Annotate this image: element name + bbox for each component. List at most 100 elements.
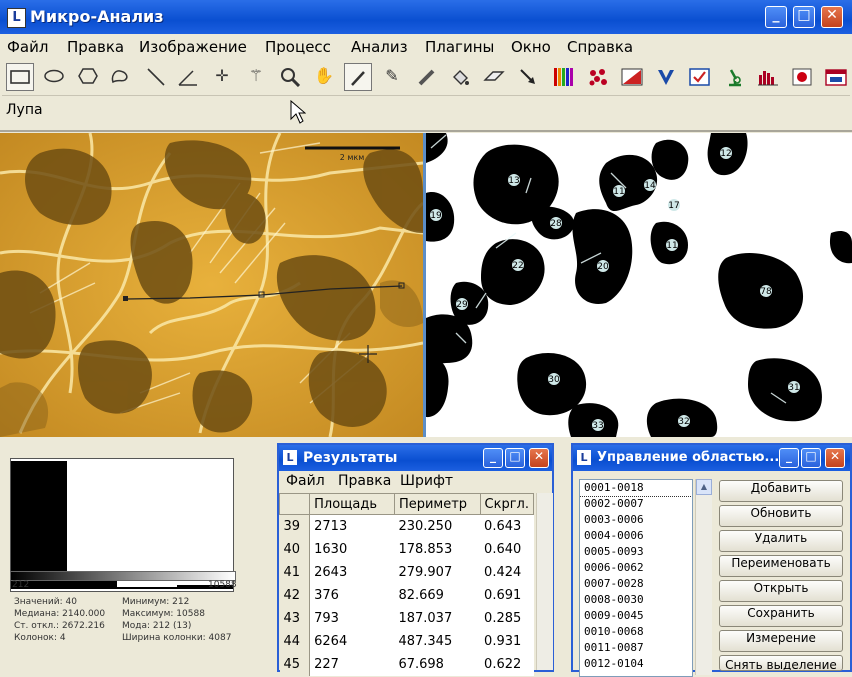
point-tool[interactable]: ✛ bbox=[208, 63, 236, 91]
rename-button[interactable]: Переименовать bbox=[719, 555, 843, 577]
particle-label: 31 bbox=[788, 381, 800, 393]
table-row[interactable]: 41 2643 279.907 0.424 bbox=[279, 561, 534, 584]
header-area[interactable]: Площадь bbox=[309, 493, 395, 515]
header-perimeter[interactable]: Периметр bbox=[393, 493, 481, 515]
add-button[interactable]: Добавить bbox=[719, 480, 843, 502]
list-item[interactable]: 0001-0018 bbox=[580, 480, 692, 497]
list-item[interactable]: 0004-0006 bbox=[580, 528, 692, 544]
particle-label: 11 bbox=[666, 239, 678, 251]
particles-icon[interactable] bbox=[584, 63, 612, 91]
rectangle-tool[interactable] bbox=[6, 63, 34, 91]
scroll-up-icon[interactable]: ▲ bbox=[696, 479, 712, 495]
results-minimize-button[interactable]: _ bbox=[483, 448, 503, 468]
results-app-icon: L bbox=[283, 450, 297, 465]
table-row[interactable]: 39 2713 230.250 0.643 bbox=[279, 514, 534, 538]
delete-button[interactable]: Удалить bbox=[719, 530, 843, 552]
results-scrollbar[interactable] bbox=[536, 493, 553, 670]
brush-tool[interactable] bbox=[412, 63, 440, 91]
open-button[interactable]: Открыть bbox=[719, 580, 843, 602]
hist-stat: Мода: 212 (13) bbox=[122, 621, 192, 631]
results-menu: Файл Правка Шрифт bbox=[279, 471, 552, 493]
table-row[interactable]: 42 376 82.669 0.691 bbox=[279, 584, 534, 607]
list-item[interactable]: 0008-0030 bbox=[580, 592, 692, 608]
update-button[interactable]: Обновить bbox=[719, 505, 843, 527]
list-item[interactable]: 0003-0006 bbox=[580, 512, 692, 528]
results-maximize-button[interactable]: □ bbox=[505, 448, 525, 468]
list-item[interactable]: 0007-0028 bbox=[580, 576, 692, 592]
toolbar: ✛ ⚚ ✋ ✎ bbox=[2, 61, 850, 96]
table-row[interactable]: 40 1630 178.853 0.640 bbox=[279, 538, 534, 561]
scale-icon[interactable] bbox=[652, 63, 680, 91]
menu-process[interactable]: Процесс bbox=[265, 38, 331, 56]
threshold-icon[interactable] bbox=[618, 63, 646, 91]
histogram-icon[interactable] bbox=[754, 63, 782, 91]
region-list[interactable]: 0001-0018 0002-0007 0003-0006 0004-0006 … bbox=[579, 479, 693, 677]
lut-icon[interactable] bbox=[550, 63, 578, 91]
results-menu-font[interactable]: Шрифт bbox=[400, 473, 453, 489]
results-title: Результаты bbox=[303, 450, 398, 466]
region-list-scrollbar[interactable]: ▲ bbox=[695, 479, 712, 675]
table-row[interactable]: 43 793 187.037 0.285 bbox=[279, 607, 534, 630]
dropper-tool[interactable] bbox=[344, 63, 372, 91]
particle-label: 17 bbox=[668, 199, 680, 211]
list-item[interactable]: 0012-0104 bbox=[580, 656, 692, 672]
minimize-button[interactable]: _ bbox=[765, 6, 787, 28]
check-icon[interactable] bbox=[686, 63, 714, 91]
svg-text:78: 78 bbox=[760, 287, 772, 297]
list-item[interactable]: 0011-0087 bbox=[580, 640, 692, 656]
menu-analyze[interactable]: Анализ bbox=[351, 38, 408, 56]
particle-label: 12 bbox=[720, 147, 732, 159]
polygon-tool[interactable] bbox=[74, 63, 102, 91]
eraser-tool[interactable] bbox=[480, 63, 508, 91]
results-window: L Результаты _ □ ✕ Файл Правка Шрифт Пло… bbox=[277, 443, 554, 676]
results-close-button[interactable]: ✕ bbox=[529, 448, 549, 468]
microscope-icon[interactable] bbox=[720, 63, 748, 91]
region-minimize-button[interactable]: _ bbox=[779, 448, 799, 468]
region-maximize-button[interactable]: □ bbox=[801, 448, 821, 468]
svg-text:11: 11 bbox=[666, 241, 677, 251]
list-item[interactable]: 0005-0093 bbox=[580, 544, 692, 560]
measure-button[interactable]: Измерение bbox=[719, 630, 843, 652]
image-divider bbox=[423, 133, 426, 437]
record-icon[interactable] bbox=[788, 63, 816, 91]
hand-tool[interactable]: ✋ bbox=[310, 63, 338, 91]
wand-tool[interactable]: ⚚ bbox=[242, 63, 270, 91]
freehand-tool[interactable] bbox=[106, 63, 134, 91]
results-menu-edit[interactable]: Правка bbox=[338, 473, 391, 489]
maximize-button[interactable]: □ bbox=[793, 6, 815, 28]
list-item[interactable]: 0006-0062 bbox=[580, 560, 692, 576]
region-close-button[interactable]: ✕ bbox=[825, 448, 845, 468]
hist-stat: Максимум: 10588 bbox=[122, 609, 205, 619]
menu-image[interactable]: Изображение bbox=[139, 38, 247, 56]
oval-tool[interactable] bbox=[40, 63, 68, 91]
window-icon[interactable] bbox=[822, 63, 850, 91]
micrograph-image[interactable]: 2 мкм bbox=[0, 133, 423, 437]
list-item[interactable]: 0009-0045 bbox=[580, 608, 692, 624]
table-row[interactable]: 45 227 67.698 0.622 bbox=[279, 653, 534, 676]
menu-plugins[interactable]: Плагины bbox=[425, 38, 494, 56]
list-item[interactable]: 0002-0007 bbox=[580, 496, 692, 512]
menu-window[interactable]: Окно bbox=[511, 38, 551, 56]
save-button[interactable]: Сохранить bbox=[719, 605, 843, 627]
close-button[interactable]: ✕ bbox=[821, 6, 843, 28]
arrow-tool[interactable] bbox=[514, 63, 542, 91]
app-icon: L bbox=[7, 8, 26, 28]
pencil-tool[interactable]: ✎ bbox=[378, 63, 406, 91]
binary-image[interactable]: 13 11 14 12 17 19 28 11 78 22 20 29 30 3… bbox=[426, 133, 852, 437]
status-text: Лупа bbox=[6, 102, 43, 118]
particle-label: 19 bbox=[430, 209, 442, 221]
table-row[interactable]: 44 6264 487.345 0.931 bbox=[279, 630, 534, 653]
region-manager-window: L Управление областью... _ □ ✕ 0001-0018… bbox=[571, 443, 852, 677]
results-menu-file[interactable]: Файл bbox=[286, 473, 325, 489]
results-table[interactable]: Площадь Периметр Скргл. 39 2713 230.250 0.6… bbox=[278, 493, 535, 676]
angle-tool[interactable] bbox=[174, 63, 202, 91]
list-item[interactable]: 0010-0068 bbox=[580, 624, 692, 640]
magnifier-tool[interactable] bbox=[276, 63, 304, 91]
menu-edit[interactable]: Правка bbox=[67, 38, 124, 56]
deselect-button[interactable]: Снять выделение bbox=[719, 655, 843, 671]
menu-help[interactable]: Справка bbox=[567, 38, 633, 56]
fill-tool[interactable] bbox=[446, 63, 474, 91]
menu-file[interactable]: Файл bbox=[7, 38, 48, 56]
line-tool[interactable] bbox=[142, 63, 170, 91]
header-circularity[interactable]: Скргл. bbox=[479, 493, 535, 515]
